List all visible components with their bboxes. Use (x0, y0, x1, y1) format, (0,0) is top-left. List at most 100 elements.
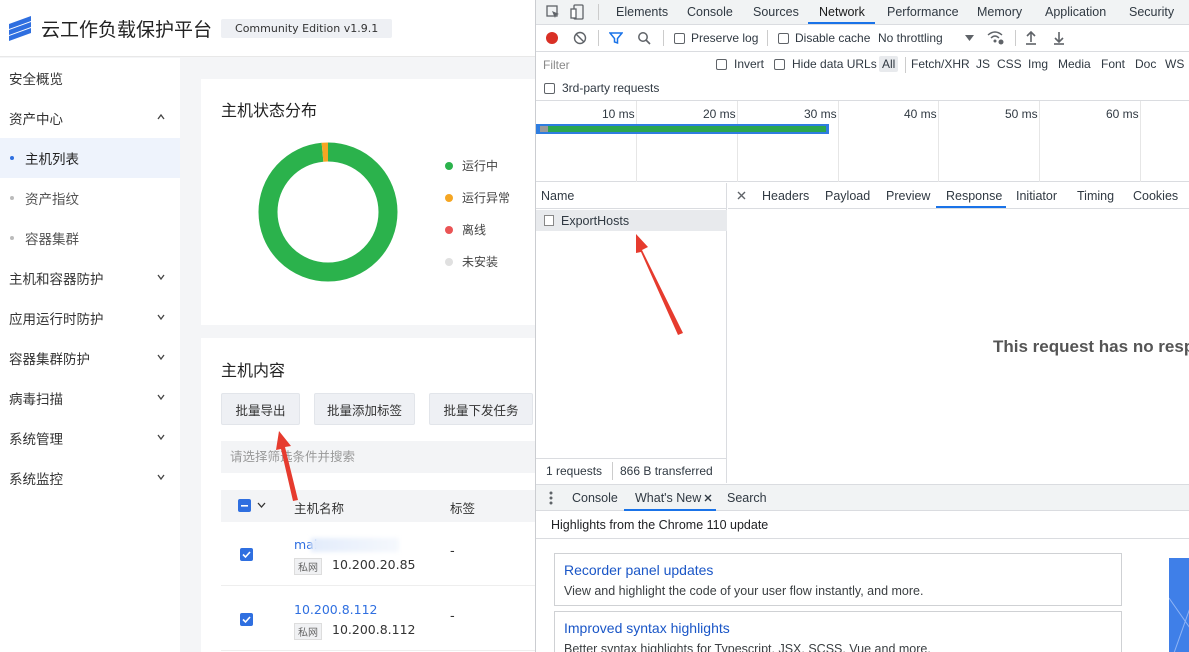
tab-memory[interactable]: Memory (977, 5, 1022, 19)
export-har-icon[interactable] (1053, 30, 1065, 45)
chevron-down-icon[interactable] (156, 432, 166, 442)
request-name[interactable]: ExportHosts (561, 214, 629, 228)
filter-type-img[interactable]: Img (1028, 57, 1048, 71)
row-checkbox[interactable] (240, 548, 253, 561)
chevron-down-icon[interactable] (156, 472, 166, 482)
legend-item[interactable]: 离线 (445, 221, 486, 238)
filter-icon[interactable] (609, 31, 623, 45)
clear-icon[interactable] (573, 31, 587, 45)
invert-checkbox[interactable] (716, 59, 727, 70)
throttling-select[interactable]: No throttling (878, 31, 943, 45)
tab-payload[interactable]: Payload (825, 189, 870, 203)
sidebar-item[interactable]: 安全概览 (0, 58, 180, 98)
filter-type-media[interactable]: Media (1058, 57, 1091, 71)
sidebar-item[interactable]: 主机列表 (0, 138, 180, 178)
tab-security[interactable]: Security (1129, 5, 1174, 19)
inspect-element-icon[interactable] (546, 5, 560, 19)
filter-type-all[interactable]: All (879, 56, 899, 72)
row-checkbox[interactable] (240, 613, 253, 626)
active-tab-indicator (808, 22, 875, 24)
filter-type-js[interactable]: JS (976, 57, 990, 71)
drawer-tab-console[interactable]: Console (572, 491, 618, 505)
tab-application[interactable]: Application (1045, 5, 1106, 19)
batch-export-button[interactable]: 批量导出 (221, 393, 300, 425)
batch-dispatch-task-button[interactable]: 批量下发任务 (429, 393, 533, 425)
tab-network[interactable]: Network (819, 5, 865, 19)
column-host-name[interactable]: 主机名称 (294, 498, 344, 517)
sidebar-item[interactable]: 系统监控 (0, 458, 180, 498)
legend-item[interactable]: 未安装 (445, 253, 498, 270)
tab-sources[interactable]: Sources (753, 5, 799, 19)
device-toolbar-icon[interactable] (570, 4, 584, 20)
chevron-down-icon[interactable] (156, 352, 166, 362)
whats-new-card[interactable]: Improved syntax highlights Better syntax… (554, 611, 1122, 652)
whats-new-card[interactable]: Recorder panel updates View and highligh… (554, 553, 1122, 606)
sidebar-item[interactable]: 资产指纹 (0, 178, 180, 218)
whats-new-card-title[interactable]: Recorder panel updates (564, 562, 713, 578)
sidebar-item[interactable]: 容器集群防护 (0, 338, 180, 378)
import-har-icon[interactable] (1025, 30, 1037, 45)
legend-item[interactable]: 运行中 (445, 157, 498, 174)
column-name[interactable]: Name (536, 183, 727, 209)
batch-add-tag-button[interactable]: 批量添加标签 (314, 393, 415, 425)
filter-type-font[interactable]: Font (1101, 57, 1125, 71)
sidebar-nav: 安全概览 资产中心 主机列表 资产指纹容器集群主机和容器防护 应用运行时防护 容器集群防护… (0, 58, 180, 652)
more-options-icon[interactable] (549, 491, 553, 505)
ip-type-badge: 私网 (294, 623, 322, 640)
tab-elements[interactable]: Elements (616, 5, 668, 19)
sidebar-item[interactable]: 病毒扫描 (0, 378, 180, 418)
network-conditions-icon[interactable] (987, 30, 1004, 45)
search-icon[interactable] (637, 31, 651, 45)
close-icon[interactable] (737, 191, 746, 200)
filter-type-fetch-xhr[interactable]: Fetch/XHR (911, 57, 970, 71)
chevron-up-icon[interactable] (156, 112, 166, 122)
tab-timing[interactable]: Timing (1077, 189, 1114, 203)
host-name-link[interactable]: 10.200.8.112 (294, 602, 378, 617)
tab-performance[interactable]: Performance (887, 5, 959, 19)
tab-initiator[interactable]: Initiator (1016, 189, 1057, 203)
chevron-down-icon[interactable] (156, 272, 166, 282)
filter-input[interactable]: Filter (540, 56, 703, 74)
whats-new-card-title[interactable]: Improved syntax highlights (564, 620, 730, 636)
network-timeline-overview[interactable]: 10 ms 20 ms 30 ms 40 ms 50 ms 60 ms (536, 101, 1189, 182)
chrome-devtools: Elements Console Sources Network Perform… (535, 0, 1189, 652)
host-tag: - (450, 544, 455, 559)
table-row[interactable]: 10.200.8.112 私网 10.200.8.112 - (221, 587, 535, 651)
chevron-down-icon[interactable] (257, 502, 266, 509)
sidebar-item[interactable]: 容器集群 (0, 218, 180, 258)
sidebar-item-label: 容器集群 (25, 232, 79, 248)
hide-data-urls-checkbox[interactable] (774, 59, 785, 70)
chevron-down-icon[interactable] (156, 392, 166, 402)
preserve-log-checkbox[interactable] (674, 33, 685, 44)
legend-label: 运行异常 (462, 191, 511, 205)
filter-type-doc[interactable]: Doc (1135, 57, 1156, 71)
drawer-tab-search[interactable]: Search (727, 491, 767, 505)
record-icon[interactable] (545, 31, 559, 45)
sidebar-item[interactable]: 资产中心 (0, 98, 180, 138)
drawer-tab-whats-new[interactable]: What's New (635, 491, 701, 505)
filter-type-ws[interactable]: WS (1165, 57, 1184, 71)
host-search-input[interactable]: 请选择筛选条件并搜索 (221, 441, 535, 473)
column-tag[interactable]: 标签 (450, 498, 475, 517)
tab-cookies[interactable]: Cookies (1133, 189, 1178, 203)
filter-type-css[interactable]: CSS (997, 57, 1022, 71)
tab-response[interactable]: Response (946, 189, 1002, 203)
sidebar-item[interactable]: 系统管理 (0, 418, 180, 458)
chevron-down-icon[interactable] (156, 312, 166, 322)
timeline-tick: 20 ms (703, 107, 736, 121)
tab-console[interactable]: Console (687, 5, 733, 19)
request-row[interactable]: ExportHosts (536, 210, 727, 231)
select-all-checkbox[interactable] (238, 499, 251, 512)
tab-headers[interactable]: Headers (762, 189, 809, 203)
table-row[interactable]: mai 私网 10.200.20.85 - (221, 522, 535, 586)
legend-item[interactable]: 运行异常 (445, 189, 510, 206)
disable-cache-checkbox[interactable] (778, 33, 789, 44)
sidebar-item[interactable]: 应用运行时防护 (0, 298, 180, 338)
dropdown-arrow-icon[interactable] (965, 35, 974, 41)
platform-logo (9, 15, 33, 42)
third-party-checkbox[interactable] (544, 83, 555, 94)
sidebar-item[interactable]: 主机和容器防护 (0, 258, 180, 298)
donut-slice[interactable] (258, 142, 398, 282)
close-icon[interactable] (704, 494, 712, 502)
tab-preview[interactable]: Preview (886, 189, 930, 203)
